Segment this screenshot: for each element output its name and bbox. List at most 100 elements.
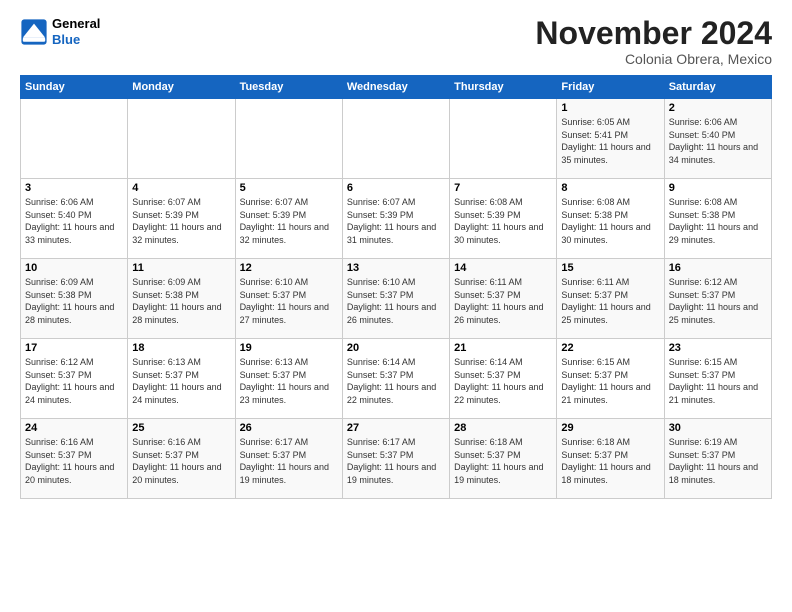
day-number: 6 xyxy=(347,182,445,194)
calendar-week-1: 1 Sunrise: 6:05 AM Sunset: 5:41 PM Daylig… xyxy=(21,99,772,179)
day-number: 1 xyxy=(561,102,659,114)
logo-icon xyxy=(20,18,48,46)
day-detail: Sunrise: 6:05 AM Sunset: 5:41 PM Dayligh… xyxy=(561,116,659,166)
calendar-cell: 3 Sunrise: 6:06 AM Sunset: 5:40 PM Daylig… xyxy=(21,179,128,259)
calendar-cell: 27 Sunrise: 6:17 AM Sunset: 5:37 PM Dayli… xyxy=(342,419,449,499)
day-number: 12 xyxy=(240,262,338,274)
day-number: 17 xyxy=(25,342,123,354)
day-number: 22 xyxy=(561,342,659,354)
calendar-header-sunday: Sunday xyxy=(21,76,128,99)
calendar-cell: 5 Sunrise: 6:07 AM Sunset: 5:39 PM Daylig… xyxy=(235,179,342,259)
logo: General Blue xyxy=(20,16,100,47)
calendar-cell: 1 Sunrise: 6:05 AM Sunset: 5:41 PM Daylig… xyxy=(557,99,664,179)
day-detail: Sunrise: 6:08 AM Sunset: 5:38 PM Dayligh… xyxy=(669,196,767,246)
calendar-cell: 11 Sunrise: 6:09 AM Sunset: 5:38 PM Dayli… xyxy=(128,259,235,339)
day-number: 2 xyxy=(669,102,767,114)
calendar-cell: 18Sunrise: 6:13 AM Sunset: 5:37 PM Dayli… xyxy=(128,339,235,419)
page: General Blue November 2024 Colonia Obrer… xyxy=(0,0,792,612)
calendar-cell: 2 Sunrise: 6:06 AM Sunset: 5:40 PM Daylig… xyxy=(664,99,771,179)
day-number: 25 xyxy=(132,422,230,434)
day-number: 30 xyxy=(669,422,767,434)
day-number: 19 xyxy=(240,342,338,354)
logo-line1: General xyxy=(52,16,100,32)
day-number: 8 xyxy=(561,182,659,194)
calendar: SundayMondayTuesdayWednesdayThursdayFrid… xyxy=(20,75,772,499)
calendar-cell xyxy=(235,99,342,179)
day-number: 15 xyxy=(561,262,659,274)
day-detail: Sunrise: 6:12 AM Sunset: 5:37 PM Dayligh… xyxy=(25,356,123,406)
calendar-cell: 16 Sunrise: 6:12 AM Sunset: 5:37 PM Dayli… xyxy=(664,259,771,339)
day-detail: Sunrise: 6:15 AM Sunset: 5:37 PM Dayligh… xyxy=(669,356,767,406)
day-number: 23 xyxy=(669,342,767,354)
calendar-cell xyxy=(342,99,449,179)
day-detail: Sunrise: 6:18 AM Sunset: 5:37 PM Dayligh… xyxy=(454,436,552,486)
day-number: 9 xyxy=(669,182,767,194)
calendar-cell: 14 Sunrise: 6:11 AM Sunset: 5:37 PM Dayli… xyxy=(450,259,557,339)
calendar-cell: 21Sunrise: 6:14 AM Sunset: 5:37 PM Dayli… xyxy=(450,339,557,419)
day-detail: Sunrise: 6:16 AM Sunset: 5:37 PM Dayligh… xyxy=(25,436,123,486)
calendar-cell xyxy=(450,99,557,179)
calendar-cell: 15 Sunrise: 6:11 AM Sunset: 5:37 PM Dayli… xyxy=(557,259,664,339)
subtitle: Colonia Obrera, Mexico xyxy=(535,51,772,67)
calendar-cell: 8Sunrise: 6:08 AM Sunset: 5:38 PM Daylig… xyxy=(557,179,664,259)
day-detail: Sunrise: 6:11 AM Sunset: 5:37 PM Dayligh… xyxy=(454,276,552,326)
logo-text: General Blue xyxy=(52,16,100,47)
day-detail: Sunrise: 6:09 AM Sunset: 5:38 PM Dayligh… xyxy=(25,276,123,326)
calendar-cell xyxy=(21,99,128,179)
calendar-cell xyxy=(128,99,235,179)
calendar-header-row: SundayMondayTuesdayWednesdayThursdayFrid… xyxy=(21,76,772,99)
day-detail: Sunrise: 6:07 AM Sunset: 5:39 PM Dayligh… xyxy=(240,196,338,246)
day-detail: Sunrise: 6:07 AM Sunset: 5:39 PM Dayligh… xyxy=(132,196,230,246)
day-detail: Sunrise: 6:18 AM Sunset: 5:37 PM Dayligh… xyxy=(561,436,659,486)
calendar-cell: 30 Sunrise: 6:19 AM Sunset: 5:37 PM Dayli… xyxy=(664,419,771,499)
day-number: 26 xyxy=(240,422,338,434)
calendar-cell: 26Sunrise: 6:17 AM Sunset: 5:37 PM Dayli… xyxy=(235,419,342,499)
calendar-cell: 20Sunrise: 6:14 AM Sunset: 5:37 PM Dayli… xyxy=(342,339,449,419)
day-detail: Sunrise: 6:15 AM Sunset: 5:37 PM Dayligh… xyxy=(561,356,659,406)
day-number: 3 xyxy=(25,182,123,194)
calendar-cell: 10 Sunrise: 6:09 AM Sunset: 5:38 PM Dayli… xyxy=(21,259,128,339)
calendar-header-monday: Monday xyxy=(128,76,235,99)
day-detail: Sunrise: 6:14 AM Sunset: 5:37 PM Dayligh… xyxy=(347,356,445,406)
day-detail: Sunrise: 6:11 AM Sunset: 5:37 PM Dayligh… xyxy=(561,276,659,326)
day-number: 28 xyxy=(454,422,552,434)
day-detail: Sunrise: 6:09 AM Sunset: 5:38 PM Dayligh… xyxy=(132,276,230,326)
day-detail: Sunrise: 6:12 AM Sunset: 5:37 PM Dayligh… xyxy=(669,276,767,326)
day-detail: Sunrise: 6:13 AM Sunset: 5:37 PM Dayligh… xyxy=(132,356,230,406)
day-detail: Sunrise: 6:17 AM Sunset: 5:37 PM Dayligh… xyxy=(347,436,445,486)
day-number: 10 xyxy=(25,262,123,274)
day-number: 5 xyxy=(240,182,338,194)
calendar-cell: 25 Sunrise: 6:16 AM Sunset: 5:37 PM Dayli… xyxy=(128,419,235,499)
day-number: 24 xyxy=(25,422,123,434)
calendar-week-2: 3 Sunrise: 6:06 AM Sunset: 5:40 PM Daylig… xyxy=(21,179,772,259)
calendar-cell: 17 Sunrise: 6:12 AM Sunset: 5:37 PM Dayli… xyxy=(21,339,128,419)
day-detail: Sunrise: 6:06 AM Sunset: 5:40 PM Dayligh… xyxy=(25,196,123,246)
day-number: 27 xyxy=(347,422,445,434)
day-number: 29 xyxy=(561,422,659,434)
day-detail: Sunrise: 6:10 AM Sunset: 5:37 PM Dayligh… xyxy=(240,276,338,326)
calendar-header-saturday: Saturday xyxy=(664,76,771,99)
logo-line2: Blue xyxy=(52,32,100,48)
day-detail: Sunrise: 6:06 AM Sunset: 5:40 PM Dayligh… xyxy=(669,116,767,166)
day-detail: Sunrise: 6:16 AM Sunset: 5:37 PM Dayligh… xyxy=(132,436,230,486)
day-detail: Sunrise: 6:13 AM Sunset: 5:37 PM Dayligh… xyxy=(240,356,338,406)
calendar-cell: 24 Sunrise: 6:16 AM Sunset: 5:37 PM Dayli… xyxy=(21,419,128,499)
day-number: 13 xyxy=(347,262,445,274)
main-title: November 2024 xyxy=(535,16,772,51)
header: General Blue November 2024 Colonia Obrer… xyxy=(20,16,772,67)
calendar-week-3: 10 Sunrise: 6:09 AM Sunset: 5:38 PM Dayli… xyxy=(21,259,772,339)
day-number: 4 xyxy=(132,182,230,194)
day-detail: Sunrise: 6:19 AM Sunset: 5:37 PM Dayligh… xyxy=(669,436,767,486)
calendar-week-5: 24 Sunrise: 6:16 AM Sunset: 5:37 PM Dayli… xyxy=(21,419,772,499)
day-number: 14 xyxy=(454,262,552,274)
calendar-cell: 19 Sunrise: 6:13 AM Sunset: 5:37 PM Dayli… xyxy=(235,339,342,419)
calendar-cell: 9 Sunrise: 6:08 AM Sunset: 5:38 PM Daylig… xyxy=(664,179,771,259)
day-detail: Sunrise: 6:08 AM Sunset: 5:39 PM Dayligh… xyxy=(454,196,552,246)
calendar-header-thursday: Thursday xyxy=(450,76,557,99)
title-area: November 2024 Colonia Obrera, Mexico xyxy=(535,16,772,67)
day-number: 11 xyxy=(132,262,230,274)
calendar-cell: 12 Sunrise: 6:10 AM Sunset: 5:37 PM Dayli… xyxy=(235,259,342,339)
calendar-cell: 23 Sunrise: 6:15 AM Sunset: 5:37 PM Dayli… xyxy=(664,339,771,419)
day-number: 16 xyxy=(669,262,767,274)
calendar-cell: 13Sunrise: 6:10 AM Sunset: 5:37 PM Dayli… xyxy=(342,259,449,339)
